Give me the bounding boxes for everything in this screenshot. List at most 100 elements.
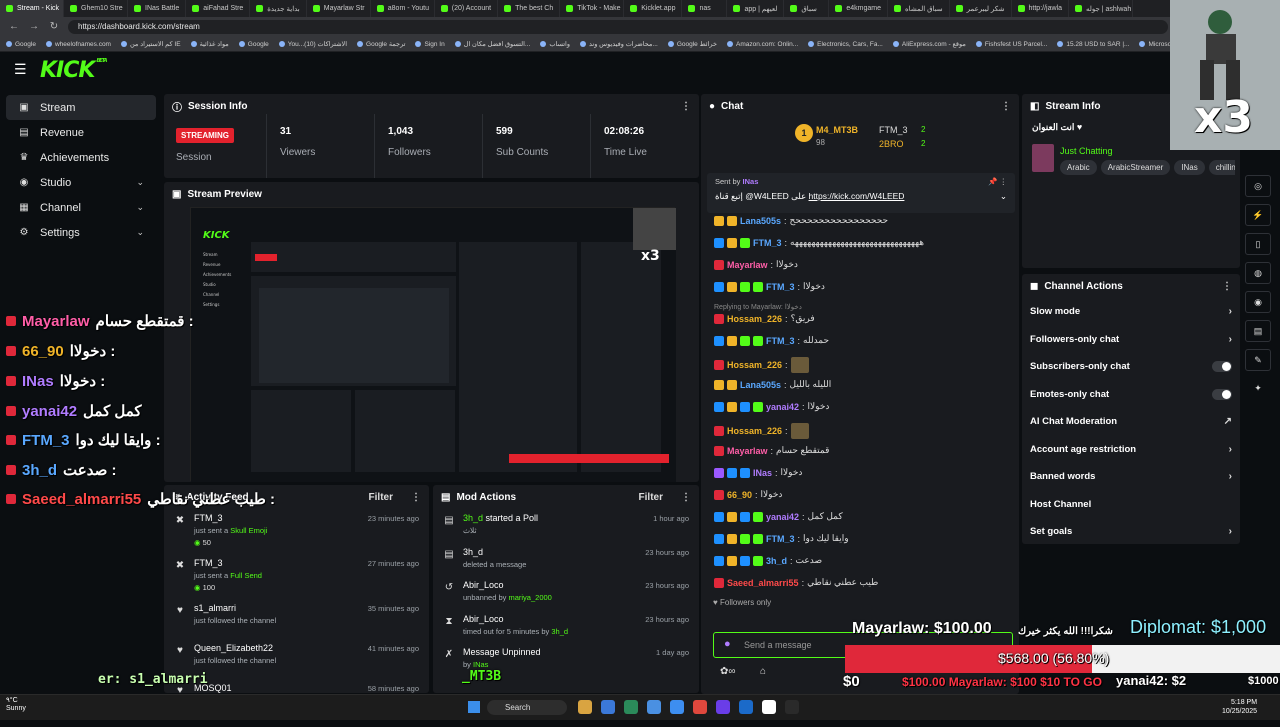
browser-tab[interactable]: سباق <box>784 0 830 17</box>
reload-icon[interactable]: ↻ <box>48 21 60 33</box>
bolt-icon[interactable]: ⚡ <box>1245 204 1271 226</box>
taskbar-app-icon[interactable] <box>624 700 638 714</box>
chat-username[interactable]: Lana505s <box>740 380 781 390</box>
browser-tab[interactable]: شكر ليبرعمر <box>950 0 1012 17</box>
kick-logo[interactable]: KICK BETA <box>40 58 108 83</box>
pin-icon[interactable]: 📌 ⋮ <box>988 177 1007 186</box>
clip-icon[interactable]: ◎ <box>1245 175 1271 197</box>
chat-username[interactable]: Hossam_226 <box>727 426 782 436</box>
toggle-switch[interactable] <box>1212 361 1232 373</box>
mod-action-item[interactable]: ⧗ Abir_Loco timed out for 5 minutes by 3h_… <box>443 614 689 648</box>
chat-message[interactable]: Lana505s: ححححححححححححححححح <box>714 215 888 226</box>
chevron-down-icon[interactable]: ⌄ <box>1000 191 1007 202</box>
bookmark-item[interactable]: Google ترجمة <box>357 40 405 48</box>
pinned-link[interactable]: https://kick.com/W4LEED <box>809 191 905 201</box>
bookmark-item[interactable]: AliExpress.com - موقع <box>892 40 966 48</box>
activity-item[interactable]: ✖ FTM_3 just sent a Full Send ◉ 100 27 minut… <box>174 558 419 603</box>
more-options-icon[interactable]: ⋮ <box>681 101 691 112</box>
stream-tag[interactable]: Arabic <box>1060 160 1097 175</box>
browser-tab[interactable]: nas <box>682 0 728 17</box>
taskbar-app-icon[interactable] <box>578 700 592 714</box>
taskbar-app-icon[interactable] <box>716 700 730 714</box>
menu-icon[interactable]: ☰ <box>14 62 28 76</box>
activity-item[interactable]: ♥ s1_almarri just followed the channel 35 m… <box>174 603 419 643</box>
browser-tab[interactable]: app | لعيهم <box>727 0 785 17</box>
channel-action-ai-chat-moderation[interactable]: AI Chat Moderation ↗ <box>1022 408 1240 436</box>
channel-action-followers-only-chat[interactable]: Followers-only chat › <box>1022 326 1240 354</box>
more-options-icon[interactable]: ⋮ <box>681 492 691 503</box>
emote-icon[interactable]: ✿∞ <box>720 666 736 677</box>
forward-icon[interactable]: → <box>28 21 40 33</box>
chat-message[interactable]: Lana505s: الليله بالليل <box>714 379 831 390</box>
bookmark-item[interactable]: Electronics, Cars, Fa... <box>808 41 883 48</box>
taskbar-app-icon[interactable] <box>670 700 684 714</box>
broadcast-icon[interactable]: ◉ <box>1245 291 1271 313</box>
chat-username[interactable]: Saeed_almarri55 <box>727 578 799 588</box>
browser-tab[interactable]: a8om - Youtu <box>371 0 435 17</box>
chat-username[interactable]: Mayarlaw <box>727 446 768 456</box>
chat-username[interactable]: Lana505s <box>740 216 781 226</box>
document-icon[interactable]: ▯ <box>1245 233 1271 255</box>
bookmark-item[interactable]: wheelofnames.com <box>45 41 111 48</box>
layout-icon[interactable]: ▤ <box>1245 320 1271 342</box>
chat-message[interactable]: Mayarlaw: قمتقطع حسام <box>714 445 829 456</box>
chat-username[interactable]: FTM_3 <box>766 336 795 346</box>
chat-message[interactable]: FTM_3: هههههههههههههههههههههههههههههههه <box>714 237 924 248</box>
browser-tab[interactable]: aiFahad Stre <box>186 0 251 17</box>
channel-action-set-goals[interactable]: Set goals › <box>1022 518 1240 546</box>
more-options-icon[interactable]: ⋮ <box>1222 281 1232 292</box>
chat-bubble-icon[interactable]: ◍ <box>1245 262 1271 284</box>
chat-username[interactable]: INas <box>753 468 772 478</box>
browser-tab[interactable]: جوله | ashlwah <box>1069 0 1133 17</box>
taskbar-app-icon[interactable] <box>693 700 707 714</box>
channel-action-slow-mode[interactable]: Slow mode › <box>1022 298 1240 326</box>
chat-message[interactable]: Hossam_226: <box>714 423 809 439</box>
bookmark-item[interactable]: Fishsfest US Parcel... <box>975 41 1047 48</box>
mic-icon[interactable]: ● <box>724 638 731 650</box>
sidebar-item-revenue[interactable]: ▤ Revenue <box>6 120 156 145</box>
chat-message[interactable]: Mayarlaw: دخولاا <box>714 259 798 270</box>
browser-tab[interactable]: سباق المشاه <box>888 0 950 17</box>
bookmark-item[interactable]: Google <box>238 41 269 48</box>
bookmark-item[interactable]: كم الاستيراد من IE <box>120 40 181 48</box>
chat-username[interactable]: Mayarlaw <box>727 260 768 270</box>
browser-tab[interactable]: The best Ch <box>498 0 561 17</box>
channel-action-host-channel[interactable]: Host Channel <box>1022 491 1240 519</box>
browser-tab[interactable]: TikTok - Make <box>560 0 625 17</box>
filter-button[interactable]: Filter <box>639 492 663 503</box>
bookmark-item[interactable]: التسوق افضل مكان ال... <box>454 40 530 48</box>
activity-item[interactable]: ✖ FTM_3 just sent a Skull Emoji ◉ 50 23 minu… <box>174 513 419 558</box>
chat-username[interactable]: FTM_3 <box>766 534 795 544</box>
browser-tab[interactable]: Kicklet.app <box>624 0 683 17</box>
gift-icon[interactable]: ⌂ <box>760 666 766 677</box>
bookmark-item[interactable]: محاضرات وفيديوس وند... <box>580 40 658 48</box>
taskbar-app-icon[interactable] <box>762 700 776 714</box>
wrench-icon[interactable]: ✎ <box>1245 349 1271 371</box>
taskbar-search[interactable]: Search <box>487 700 567 715</box>
category-link[interactable]: Just Chatting <box>1060 146 1113 156</box>
taskbar-app-icon[interactable] <box>647 700 661 714</box>
stream-tag[interactable]: ArabicStreamer <box>1100 160 1171 175</box>
sidebar-item-stream[interactable]: ▣ Stream <box>6 95 156 120</box>
bookmark-item[interactable]: Google خرائط <box>667 40 717 48</box>
bookmark-item[interactable]: واتساب <box>540 40 570 48</box>
chat-message[interactable]: Saeed_almarri55: طيب عطني نقاطي <box>714 577 878 588</box>
more-options-icon[interactable]: ⋮ <box>411 492 421 503</box>
more-options-icon[interactable]: ⋮ <box>1001 101 1011 112</box>
chat-message[interactable]: Hossam_226: فريق؟ <box>714 313 815 324</box>
channel-action-banned-words[interactable]: Banned words › <box>1022 463 1240 491</box>
chat-username[interactable]: Hossam_226 <box>727 314 782 324</box>
browser-tab[interactable]: (20) Account <box>435 0 499 17</box>
browser-tab[interactable]: http://jawla <box>1012 0 1069 17</box>
chat-message[interactable]: INas: دخولاا <box>714 467 802 478</box>
taskbar-app-icon[interactable] <box>739 700 753 714</box>
chat-username[interactable]: 66_90 <box>727 490 752 500</box>
taskbar-app-icon[interactable] <box>785 700 799 714</box>
chat-username[interactable]: yanai42 <box>766 402 799 412</box>
browser-tab[interactable]: بداية جديدة <box>250 0 307 17</box>
chat-username[interactable]: 3h_d <box>766 556 787 566</box>
toggle-switch[interactable] <box>1212 388 1232 400</box>
chat-username[interactable]: FTM_3 <box>766 282 795 292</box>
mod-action-item[interactable]: ▤ 3h_d deleted a message 23 hours ago <box>443 547 689 581</box>
weather-widget[interactable]: ٩°C Sunny <box>6 697 26 713</box>
